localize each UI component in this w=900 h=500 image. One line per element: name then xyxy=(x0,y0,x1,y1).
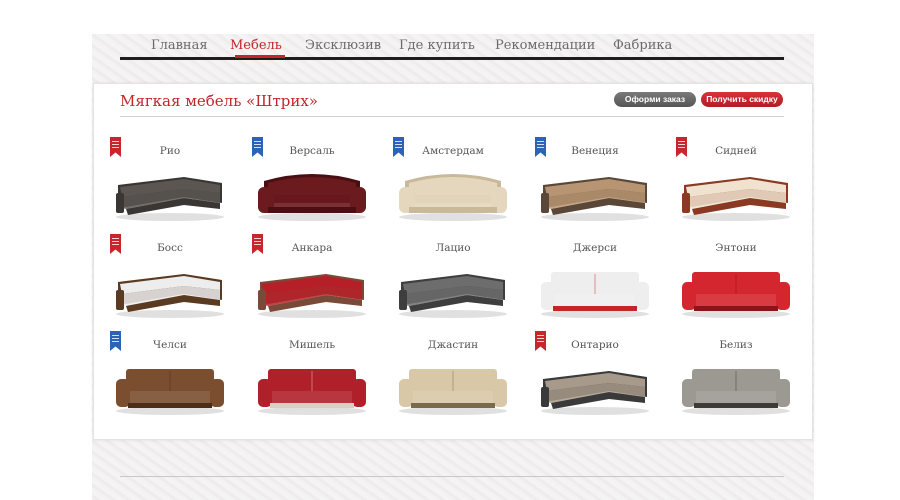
product-name[interactable]: Челси xyxy=(110,339,230,351)
product-name[interactable]: Джерси xyxy=(535,242,655,254)
sofa-image[interactable] xyxy=(110,260,230,320)
nav-item-where-to-buy[interactable]: Где купить xyxy=(399,38,475,53)
nav-item-recommendations[interactable]: Рекомендации xyxy=(495,38,595,53)
product-name[interactable]: Рио xyxy=(110,145,230,157)
product-card[interactable]: Рио xyxy=(110,135,250,230)
sofa-image[interactable] xyxy=(535,357,655,417)
sofa-image[interactable] xyxy=(535,163,655,223)
product-card[interactable]: Белиз xyxy=(676,329,816,424)
bookmark-badge-icon xyxy=(535,137,546,157)
product-name[interactable]: Лацио xyxy=(393,242,513,254)
sofa-image[interactable] xyxy=(676,163,796,223)
product-card[interactable]: Джастин xyxy=(393,329,533,424)
bookmark-badge-icon xyxy=(110,234,121,254)
sofa-image[interactable] xyxy=(676,260,796,320)
product-card[interactable]: Джерси xyxy=(535,232,675,327)
nav-item-factory[interactable]: Фабрика xyxy=(613,38,672,53)
order-button[interactable]: Оформи заказ xyxy=(614,92,696,107)
sofa-image[interactable] xyxy=(676,357,796,417)
product-name[interactable]: Энтони xyxy=(676,242,796,254)
product-card[interactable]: Босс xyxy=(110,232,250,327)
get-discount-button[interactable]: Получить скидку xyxy=(701,92,783,107)
bookmark-badge-icon xyxy=(252,137,263,157)
sofa-image[interactable] xyxy=(535,260,655,320)
product-card[interactable]: Анкара xyxy=(252,232,392,327)
product-name[interactable]: Онтарио xyxy=(535,339,655,351)
product-name[interactable]: Версаль xyxy=(252,145,372,157)
sofa-image[interactable] xyxy=(252,260,372,320)
product-name[interactable]: Мишель xyxy=(252,339,372,351)
sofa-image[interactable] xyxy=(110,163,230,223)
product-name[interactable]: Амстердам xyxy=(393,145,513,157)
sofa-image[interactable] xyxy=(252,357,372,417)
bookmark-badge-icon xyxy=(252,234,263,254)
nav-item-furniture[interactable]: Мебель xyxy=(230,38,282,53)
product-name[interactable]: Венеция xyxy=(535,145,655,157)
product-name[interactable]: Белиз xyxy=(676,339,796,351)
product-name[interactable]: Анкара xyxy=(252,242,372,254)
nav-item-home[interactable]: Главная xyxy=(151,38,208,53)
sofa-image[interactable] xyxy=(252,163,372,223)
sofa-image[interactable] xyxy=(110,357,230,417)
bookmark-badge-icon xyxy=(110,137,121,157)
page-title: Мягкая мебель «Штрих» xyxy=(120,92,318,110)
product-card[interactable]: Онтарио xyxy=(535,329,675,424)
bookmark-badge-icon xyxy=(110,331,121,351)
main-nav: Главная Мебель Эксклюзив Где купить Реко… xyxy=(120,36,784,60)
product-card[interactable]: Мишель xyxy=(252,329,392,424)
footer-divider xyxy=(120,476,784,477)
product-card[interactable]: Амстердам xyxy=(393,135,533,230)
bookmark-badge-icon xyxy=(393,137,404,157)
product-name[interactable]: Босс xyxy=(110,242,230,254)
bookmark-badge-icon xyxy=(535,331,546,351)
product-card[interactable]: Версаль xyxy=(252,135,392,230)
sofa-image[interactable] xyxy=(393,260,513,320)
sofa-image[interactable] xyxy=(393,163,513,223)
nav-active-indicator xyxy=(235,55,285,58)
sofa-image[interactable] xyxy=(393,357,513,417)
product-card[interactable]: Челси xyxy=(110,329,250,424)
product-name[interactable]: Сидней xyxy=(676,145,796,157)
product-name[interactable]: Джастин xyxy=(393,339,513,351)
product-card[interactable]: Энтони xyxy=(676,232,816,327)
title-divider xyxy=(120,116,784,117)
product-card[interactable]: Венеция xyxy=(535,135,675,230)
product-card[interactable]: Сидней xyxy=(676,135,816,230)
product-card[interactable]: Лацио xyxy=(393,232,533,327)
bookmark-badge-icon xyxy=(676,137,687,157)
nav-item-exclusive[interactable]: Эксклюзив xyxy=(305,38,381,53)
